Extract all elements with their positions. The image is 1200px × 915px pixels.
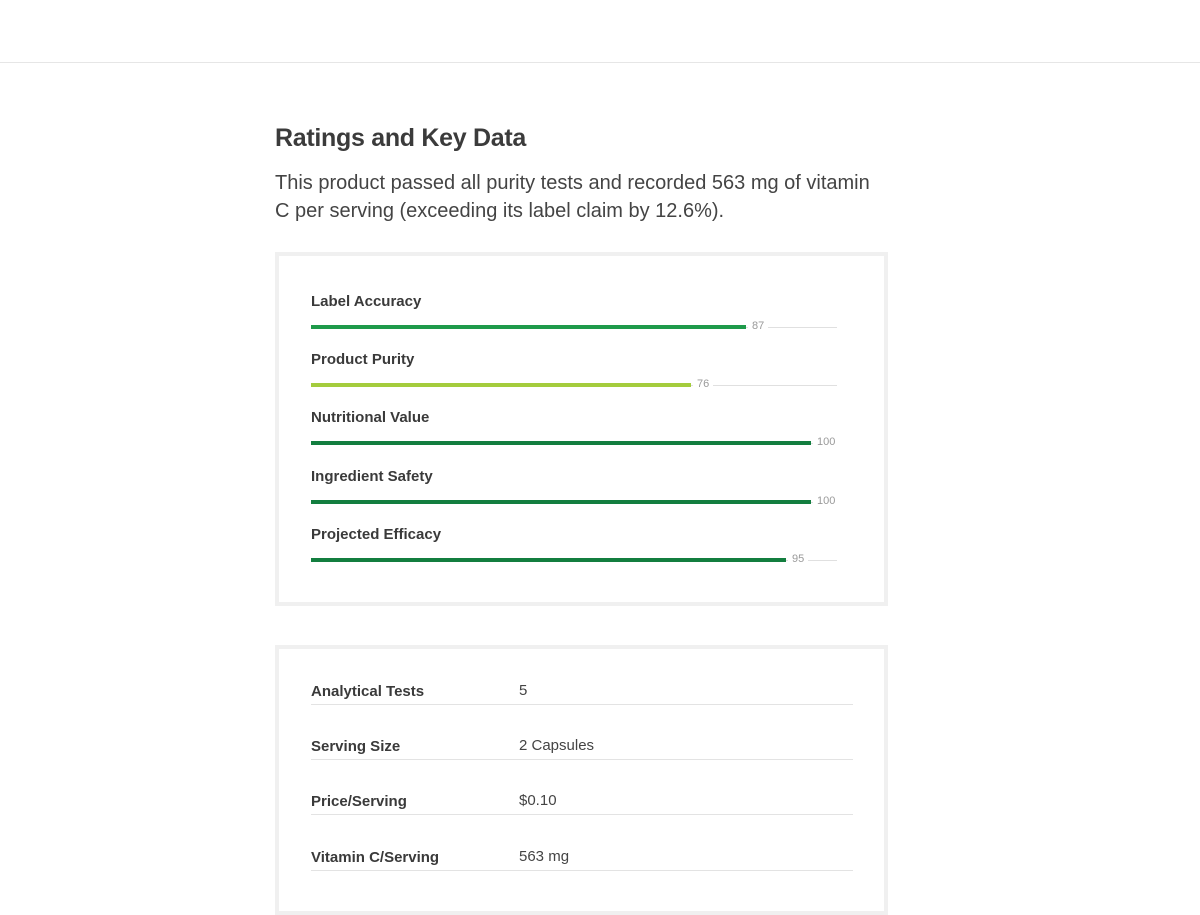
top-navigation-bar — [0, 0, 1200, 63]
rating-score: 87 — [748, 320, 769, 332]
ratings-section-header: Ratings and Key Data This product passed… — [275, 124, 888, 225]
key-data-value: 563 mg — [519, 848, 570, 865]
rating-score: 100 — [813, 436, 840, 448]
rating-bar — [311, 325, 746, 329]
key-data-row: Price/Serving $0.10 — [311, 759, 853, 815]
rating-label: Product Purity — [311, 351, 415, 368]
key-data-label: Serving Size — [311, 738, 401, 755]
key-data-value: 2 Capsules — [519, 737, 595, 754]
key-data-row: Vitamin C/Serving 563 mg — [311, 815, 853, 871]
key-data-row: Serving Size 2 Capsules — [311, 704, 853, 760]
ratings-card: Label Accuracy 87 Product Purity 76 Nutr… — [275, 252, 888, 606]
rating-bar — [311, 441, 811, 445]
rating-bar — [311, 558, 786, 562]
rating-score: 100 — [813, 495, 840, 507]
rating-score: 76 — [693, 378, 714, 390]
key-data-label: Price/Serving — [311, 793, 407, 810]
rating-label: Projected Efficacy — [311, 526, 442, 543]
key-data-value: $0.10 — [519, 792, 557, 809]
key-data-row: Analytical Tests 5 — [311, 649, 853, 705]
key-data-card: Analytical Tests 5 Serving Size 2 Capsul… — [275, 645, 888, 915]
rating-bar — [311, 383, 691, 387]
section-title: Ratings and Key Data — [275, 124, 527, 152]
rating-label: Ingredient Safety — [311, 468, 433, 485]
key-data-label: Analytical Tests — [311, 683, 425, 700]
key-data-label: Vitamin C/Serving — [311, 849, 440, 866]
rating-label: Label Accuracy — [311, 293, 422, 310]
rating-bar — [311, 500, 811, 504]
rating-label: Nutritional Value — [311, 409, 430, 426]
rating-score: 95 — [788, 553, 809, 565]
key-data-value: 5 — [519, 682, 528, 699]
section-intro: This product passed all purity tests and… — [275, 172, 870, 222]
